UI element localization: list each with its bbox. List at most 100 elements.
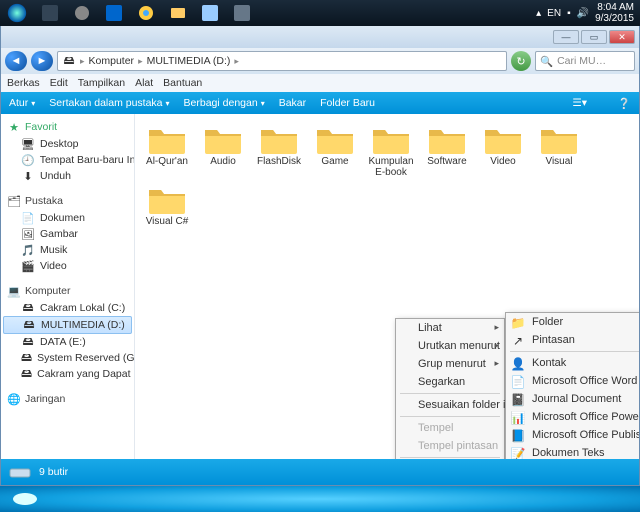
drive-icon: 🖴 xyxy=(21,367,32,381)
folder-label: Software xyxy=(427,156,466,167)
sidebar-computer[interactable]: 💻Komputer xyxy=(1,282,134,300)
back-button[interactable]: ◄ xyxy=(5,51,27,71)
sidebar-pustaka[interactable]: 🗂Pustaka xyxy=(1,192,134,210)
folder-item[interactable]: Visual xyxy=(535,124,583,178)
sidebar-favorit[interactable]: ★Favorit xyxy=(1,118,134,136)
nav-pane: ★Favorit 🖥Desktop 🕘Tempat Baru-baru Ini … xyxy=(1,114,135,459)
taskbar: ▴ EN ▪ 🔊 8:04 AM 9/3/2015 xyxy=(0,0,640,26)
menu-bantuan[interactable]: Bantuan xyxy=(163,77,202,89)
chevron-right-icon: ▸ xyxy=(234,56,239,67)
ctx-new-item[interactable]: 📘 Microsoft Office Publisher Document xyxy=(506,426,639,444)
menu-tampilkan[interactable]: Tampilkan xyxy=(78,77,125,89)
ctx-new-item[interactable]: 📁Folder xyxy=(506,313,639,331)
close-button[interactable]: ✕ xyxy=(609,30,635,44)
tray-volume-icon[interactable]: 🔊 xyxy=(577,8,589,19)
sidebar-network[interactable]: 🌐Jaringan xyxy=(1,390,134,408)
help-icon[interactable]: ❔ xyxy=(618,97,631,110)
library-icon: 🗂 xyxy=(7,194,21,208)
ctx-new-label: Microsoft Office Word Document xyxy=(532,375,639,387)
sidebar-item-recent[interactable]: 🕘Tempat Baru-baru Ini xyxy=(1,152,134,168)
folder-item[interactable]: Audio xyxy=(199,124,247,178)
taskbar-app[interactable] xyxy=(195,2,225,24)
folder-item[interactable]: Game xyxy=(311,124,359,178)
ctx-new-item[interactable]: ↗Pintasan xyxy=(506,331,639,349)
ctx-customize[interactable]: Sesuaikan folder ini… xyxy=(396,396,504,414)
minimize-button[interactable]: — xyxy=(553,30,579,44)
ctx-new-item[interactable]: 📊Microsoft Office PowerPoint Presentatio… xyxy=(506,408,639,426)
folder-item[interactable]: Video xyxy=(479,124,527,178)
taskbar-app[interactable] xyxy=(99,2,129,24)
tray-chevron-icon[interactable]: ▴ xyxy=(536,8,541,19)
drive-icon: 🖴 xyxy=(21,335,35,349)
taskbar-app-chrome[interactable] xyxy=(131,2,161,24)
taskbar-app[interactable] xyxy=(227,2,257,24)
folder-item[interactable]: Kumpulan E-book xyxy=(367,124,415,178)
forward-button[interactable]: ► xyxy=(31,51,53,71)
folder-item[interactable]: FlashDisk xyxy=(255,124,303,178)
titlebar: — ▭ ✕ xyxy=(1,26,639,48)
breadcrumb[interactable]: 🖴 ▸ Komputer ▸ MULTIMEDIA (D:) ▸ xyxy=(57,51,507,71)
menu-berkas[interactable]: Berkas xyxy=(7,77,40,89)
folder-label: Al-Qur'an xyxy=(146,156,188,167)
sidebar-item-desktop[interactable]: 🖥Desktop xyxy=(1,136,134,152)
taskbar-app-explorer[interactable] xyxy=(163,2,193,24)
cmd-new-folder[interactable]: Folder Baru xyxy=(320,97,375,109)
download-icon: ⬇ xyxy=(21,169,35,183)
ctx-new-label: Microsoft Office Publisher Document xyxy=(532,429,639,441)
sidebar-item-pictures[interactable]: 🖼Gambar xyxy=(1,226,134,242)
file-type-icon: 📝 xyxy=(510,446,526,459)
menu-alat[interactable]: Alat xyxy=(135,77,153,89)
cmd-share[interactable]: Berbagi dengan▾ xyxy=(184,97,265,109)
cmd-burn[interactable]: Bakar xyxy=(279,97,306,109)
sidebar-item-removable[interactable]: 🖴Cakram yang Dapat Dilepas (… xyxy=(1,366,134,382)
taskbar-app[interactable] xyxy=(35,2,65,24)
ctx-paste-shortcut: Tempel pintasan xyxy=(396,437,504,455)
breadcrumb-current[interactable]: MULTIMEDIA (D:) xyxy=(147,55,231,67)
taskbar-app[interactable] xyxy=(67,2,97,24)
folder-item[interactable]: Software xyxy=(423,124,471,178)
cmd-organize[interactable]: Atur▾ xyxy=(9,97,35,109)
cmd-include-library[interactable]: Sertakan dalam pustaka▾ xyxy=(49,97,169,109)
ctx-sort[interactable]: Urutkan menurut▸ xyxy=(396,337,504,355)
sidebar-item-drive-c[interactable]: 🖴Cakram Lokal (C:) xyxy=(1,300,134,316)
ctx-new-item[interactable]: 📝Dokumen Teks xyxy=(506,444,639,459)
ctx-new-label: Journal Document xyxy=(532,393,621,405)
folder-item[interactable]: Visual C# xyxy=(143,184,191,227)
folder-label: FlashDisk xyxy=(257,156,301,167)
clock[interactable]: 8:04 AM 9/3/2015 xyxy=(595,2,634,24)
folder-label: Kumpulan E-book xyxy=(367,156,415,178)
file-type-icon: 📘 xyxy=(510,428,526,444)
ctx-group[interactable]: Grup menurut▸ xyxy=(396,355,504,373)
drive-icon xyxy=(9,463,31,481)
folder-label: Game xyxy=(321,156,348,167)
folder-label: Video xyxy=(490,156,515,167)
sidebar-item-drive-d[interactable]: 🖴MULTIMEDIA (D:) xyxy=(3,316,132,334)
ctx-new-item[interactable]: 👤Kontak xyxy=(506,354,639,372)
sidebar-item-downloads[interactable]: ⬇Unduh xyxy=(1,168,134,184)
ctx-refresh[interactable]: Segarkan xyxy=(396,373,504,391)
sidebar-item-music[interactable]: 🎵Musik xyxy=(1,242,134,258)
menu-bar: Berkas Edit Tampilkan Alat Bantuan xyxy=(1,74,639,92)
lang-indicator[interactable]: EN xyxy=(547,8,561,19)
drive-icon: 🖴 xyxy=(21,301,35,315)
ctx-new-item[interactable]: 📄Microsoft Office Word Document xyxy=(506,372,639,390)
folder-item[interactable]: Al-Qur'an xyxy=(143,124,191,178)
ctx-new-item[interactable]: 📓Journal Document xyxy=(506,390,639,408)
file-type-icon: 👤 xyxy=(510,356,526,372)
search-input[interactable]: 🔍 Cari MU… xyxy=(535,51,635,71)
address-bar: ◄ ► 🖴 ▸ Komputer ▸ MULTIMEDIA (D:) ▸ ↻ 🔍… xyxy=(1,48,639,74)
tray-flag-icon[interactable]: ▪ xyxy=(567,8,571,19)
menu-edit[interactable]: Edit xyxy=(50,77,68,89)
maximize-button[interactable]: ▭ xyxy=(581,30,607,44)
sidebar-item-videos[interactable]: 🎬Video xyxy=(1,258,134,274)
chevron-right-icon: ▸ xyxy=(80,56,85,67)
start-button[interactable] xyxy=(0,0,34,26)
drive-icon[interactable] xyxy=(10,489,40,509)
refresh-button[interactable]: ↻ xyxy=(511,51,531,71)
breadcrumb-root[interactable]: Komputer xyxy=(89,55,135,67)
content-pane[interactable]: Al-Qur'an Audio FlashDisk Game Kumpulan E-bo… xyxy=(135,114,639,459)
search-placeholder: Cari MU… xyxy=(557,55,606,67)
ctx-view[interactable]: Lihat▸ xyxy=(396,319,504,337)
sidebar-item-documents[interactable]: 📄Dokumen xyxy=(1,210,134,226)
view-options-icon[interactable]: ☰▾ xyxy=(572,97,587,109)
